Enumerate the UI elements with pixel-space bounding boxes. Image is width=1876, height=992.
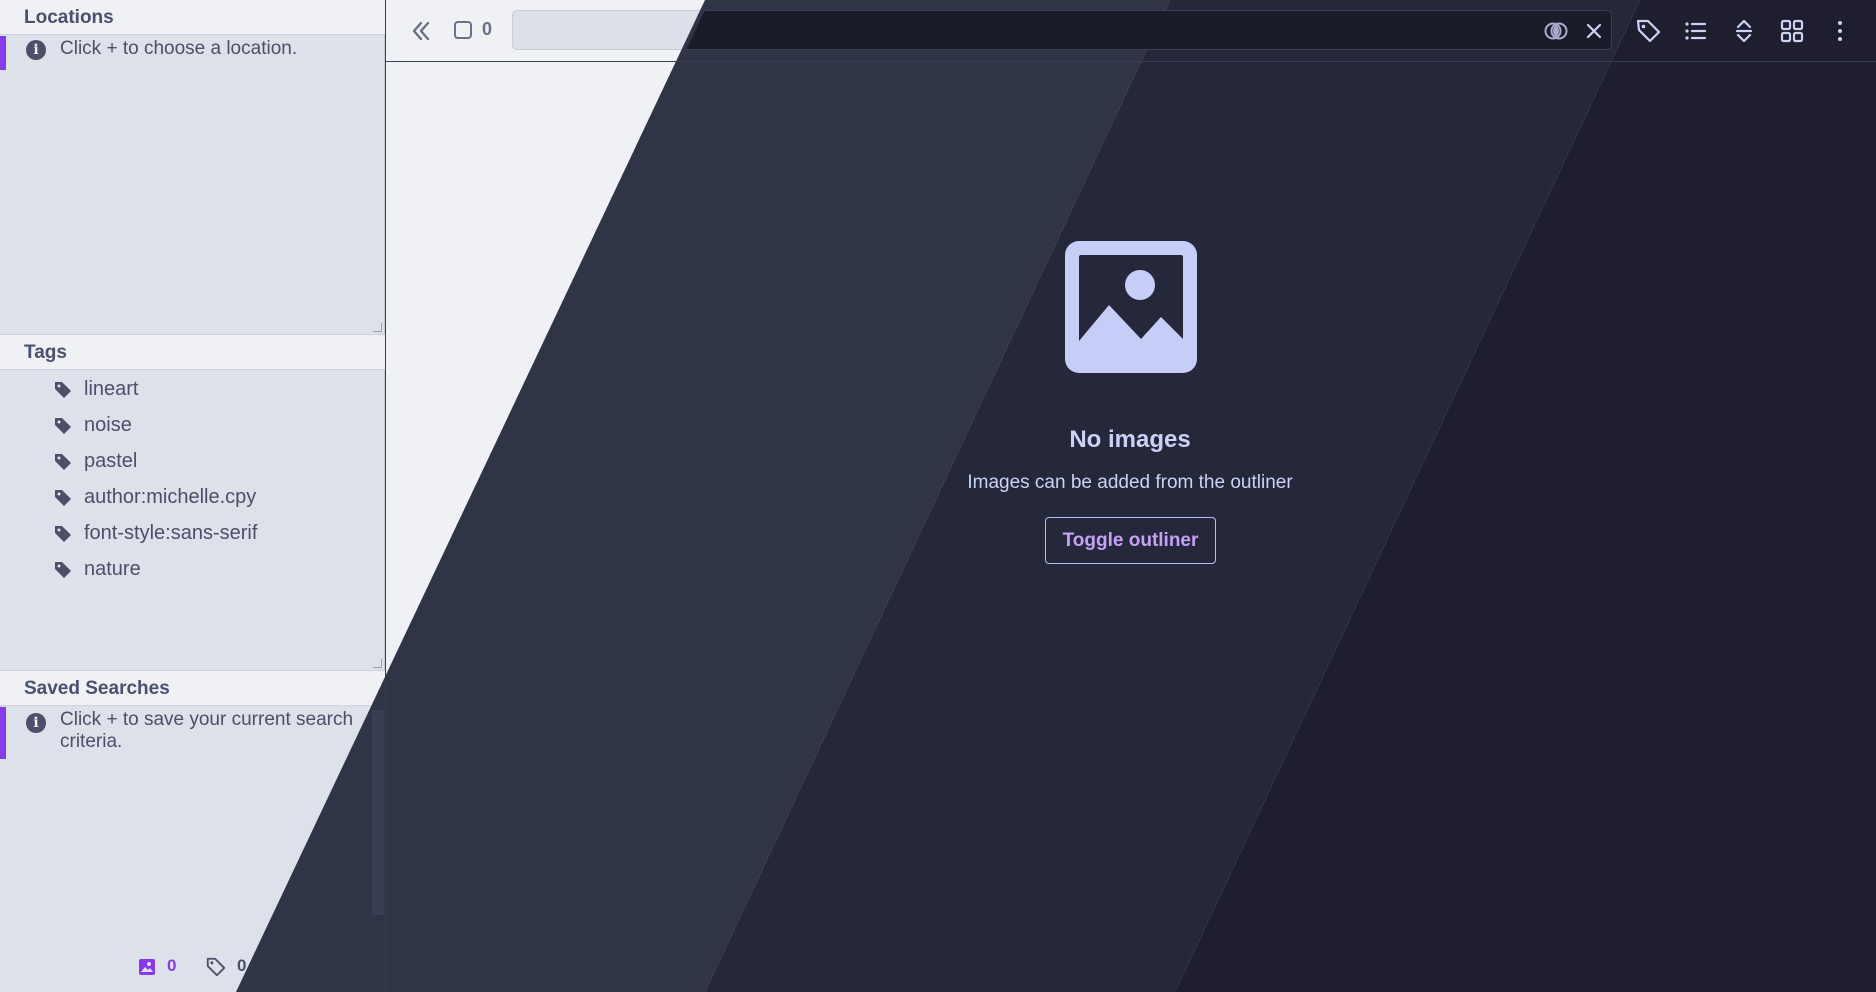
tag-icon — [1636, 19, 1661, 43]
image-icon — [139, 959, 155, 975]
tag-count-icon — [206, 957, 226, 977]
list-icon — [1685, 22, 1707, 40]
tag-item[interactable]: author:michelle.cpy — [0, 483, 385, 513]
tags-header[interactable]: Tags — [0, 334, 385, 370]
tag-label: lineart — [84, 378, 139, 400]
tag-item[interactable]: noise — [0, 411, 385, 441]
grid-view-button[interactable] — [1777, 16, 1807, 46]
locations-title: Locations — [24, 7, 114, 28]
tag-images-button[interactable] — [1633, 16, 1663, 46]
tag-item[interactable]: nature — [0, 555, 385, 585]
info-icon: i — [26, 40, 46, 60]
tags-title: Tags — [24, 342, 67, 363]
info-accent-bar — [0, 707, 6, 759]
tag-label: author:michelle.cpy — [84, 486, 257, 508]
collapse-outliner-button[interactable] — [406, 16, 436, 46]
saved-searches-title: Saved Searches — [24, 678, 170, 699]
tag-item[interactable]: pastel — [0, 447, 385, 477]
toggle-hidden-button[interactable] — [1541, 16, 1571, 46]
info-accent-bar — [0, 36, 6, 70]
tag-icon — [55, 526, 71, 542]
toolbar-border — [386, 61, 1876, 62]
tags-resize-handle[interactable] — [373, 659, 382, 668]
image-count: 0 — [167, 956, 177, 975]
checkbox-icon — [454, 21, 472, 39]
sidebar-divider — [385, 0, 386, 992]
info-icon: i — [26, 713, 46, 733]
saved-searches-header[interactable]: Saved Searches — [0, 670, 385, 706]
locations-info: i Click + to choose a location. — [0, 36, 385, 70]
saved-searches-info-text: Click + to save your current search crit… — [60, 709, 354, 752]
more-options-button[interactable] — [1825, 16, 1855, 46]
sidebar-scrollbar[interactable] — [372, 710, 384, 915]
locations-info-text: Click + to choose a location. — [60, 38, 298, 59]
image-placeholder-icon — [1065, 241, 1197, 373]
tag-label: noise — [84, 414, 132, 436]
locations-resize-handle[interactable] — [373, 323, 382, 332]
tag-icon — [55, 562, 71, 578]
selection-count: 0 — [482, 19, 493, 39]
sort-icon — [1735, 19, 1753, 43]
toggle-outliner-button[interactable]: Toggle outliner — [1045, 517, 1216, 564]
tag-icon — [55, 418, 71, 434]
empty-state-subtitle: Images can be added from the outliner — [967, 472, 1293, 493]
close-icon — [1586, 23, 1602, 39]
tag-icon — [55, 382, 71, 398]
tag-label: nature — [84, 558, 141, 580]
more-vertical-icon — [1838, 21, 1842, 41]
tag-icon — [55, 490, 71, 506]
visibility-toggle-icon — [1544, 22, 1568, 40]
tag-label: pastel — [84, 450, 138, 472]
tag-icon — [55, 454, 71, 470]
locations-header[interactable]: Locations — [0, 0, 385, 35]
select-all-checkbox[interactable] — [452, 16, 474, 46]
grid-icon — [1780, 19, 1804, 43]
sort-button[interactable] — [1729, 16, 1759, 46]
tag-item[interactable]: lineart — [0, 375, 385, 405]
tag-item[interactable]: font-style:sans-serif — [0, 519, 385, 549]
tag-label: font-style:sans-serif — [84, 522, 258, 544]
empty-state-title: No images — [1069, 426, 1191, 453]
list-view-button[interactable] — [1681, 16, 1711, 46]
clear-search-button[interactable] — [1579, 16, 1609, 46]
chevrons-left-icon — [412, 21, 430, 41]
saved-searches-info: i Click + to save your current search cr… — [0, 707, 385, 759]
